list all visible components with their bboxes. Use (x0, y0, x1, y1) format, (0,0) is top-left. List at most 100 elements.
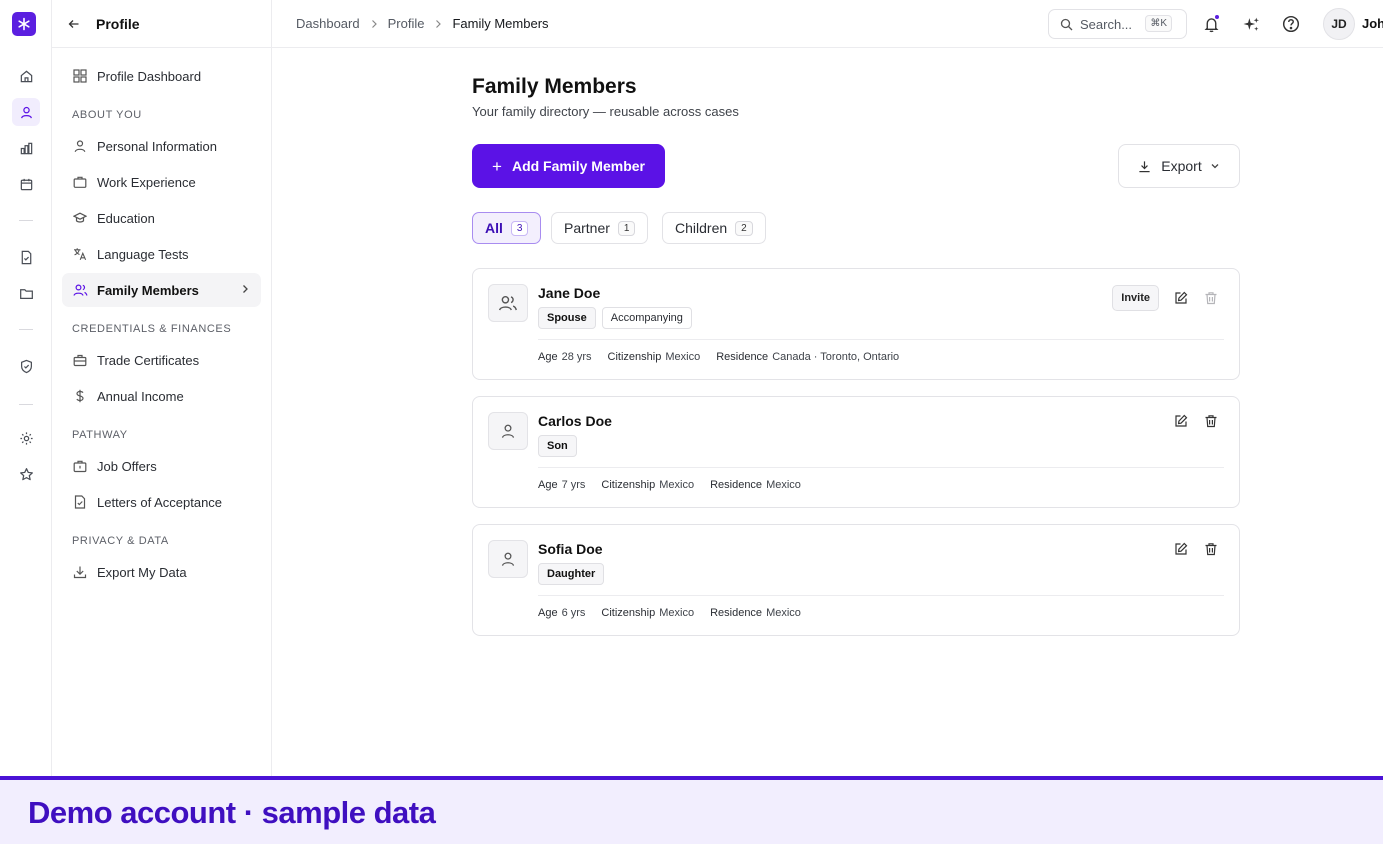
shield-check-icon[interactable] (12, 352, 40, 380)
sidebar-item-job-offers[interactable]: Job Offers (62, 449, 261, 483)
tab-label: Children (675, 220, 728, 236)
demo-banner-text: Demo account · sample data (28, 795, 436, 830)
page-subtitle: Your family directory — reusable across … (472, 104, 739, 119)
sidebar-item-letters-of-acceptance[interactable]: Letters of Acceptance (62, 485, 261, 519)
sidebar-item-label: Export My Data (97, 564, 187, 580)
relation-badge: Spouse (538, 307, 596, 329)
chevron-right-icon (433, 19, 443, 29)
notification-dot (1214, 14, 1220, 20)
logo-icon[interactable] (12, 12, 36, 36)
sidebar-section-pathway: PATHWAY (72, 429, 128, 441)
profile-sidebar: Profile Profile Dashboard ABOUT YOU Pers… (52, 0, 272, 776)
search-input[interactable]: Search... ⌘K (1048, 9, 1187, 39)
search-shortcut: ⌘K (1145, 15, 1172, 32)
folder-icon[interactable] (12, 279, 40, 307)
translate-icon (72, 246, 88, 262)
sidebar-item-education[interactable]: Education (62, 201, 261, 235)
avatar[interactable]: JD (1323, 8, 1355, 40)
sidebar-item-personal-information[interactable]: Personal Information (62, 129, 261, 163)
member-name: Carlos Doe (538, 413, 612, 429)
sidebar-header: Profile (52, 0, 271, 48)
member-name: Jane Doe (538, 285, 601, 301)
member-details: Age 28 yrs Citizenship Mexico Residence Can… (538, 351, 899, 363)
card-divider (538, 595, 1224, 596)
tab-label: All (485, 220, 503, 236)
sidebar-item-annual-income[interactable]: Annual Income (62, 379, 261, 413)
trash-icon[interactable] (1203, 290, 1219, 306)
sidebar-section-credentials: CREDENTIALS & FINANCES (72, 323, 232, 335)
user-icon[interactable] (12, 98, 40, 126)
chart-icon[interactable] (12, 134, 40, 162)
chevron-down-icon (1210, 161, 1220, 171)
breadcrumb: Dashboard Profile Family Members (296, 16, 549, 31)
breadcrumb-dashboard[interactable]: Dashboard (296, 16, 360, 31)
edit-icon[interactable] (1173, 290, 1189, 306)
relation-badge: Son (538, 435, 577, 457)
document-check-icon[interactable] (12, 243, 40, 271)
sparkles-icon[interactable] (1241, 14, 1261, 34)
sidebar-item-label: Language Tests (97, 246, 189, 262)
user-icon (488, 412, 528, 450)
sidebar-item-trade-certificates[interactable]: Trade Certificates (62, 343, 261, 377)
bell-icon[interactable] (1201, 14, 1221, 34)
rail-divider (19, 404, 33, 405)
sidebar-item-label: Annual Income (97, 388, 184, 404)
edit-icon[interactable] (1173, 541, 1189, 557)
sidebar-title: Profile (96, 15, 140, 32)
export-button[interactable]: Export (1118, 144, 1240, 188)
dollar-icon (72, 388, 88, 404)
member-tags: Spouse Accompanying (538, 307, 692, 329)
toolbox-icon (72, 352, 88, 368)
sidebar-item-label: Education (97, 210, 155, 226)
sidebar-item-label: Job Offers (97, 458, 157, 474)
users-icon (72, 282, 88, 298)
age-field: Age 6 yrs (538, 607, 586, 619)
export-button-label: Export (1161, 158, 1202, 174)
trash-icon[interactable] (1203, 541, 1219, 557)
sidebar-item-work-experience[interactable]: Work Experience (62, 165, 261, 199)
graduation-cap-icon (72, 210, 88, 226)
card-divider (538, 467, 1224, 468)
star-icon[interactable] (12, 460, 40, 488)
sidebar-item-label: Work Experience (97, 174, 196, 190)
relation-badge: Daughter (538, 563, 605, 585)
gear-icon[interactable] (12, 424, 40, 452)
demo-banner: Demo account · sample data (0, 776, 1383, 844)
sidebar-item-label: Profile Dashboard (97, 68, 202, 84)
rail-divider (19, 329, 33, 330)
add-family-member-button[interactable]: + Add Family Member (472, 144, 665, 188)
user-icon (488, 540, 528, 578)
user-icon (72, 138, 88, 154)
residence-field: Residence Canada · Toronto, Ontario (716, 351, 900, 363)
sidebar-item-export-my-data[interactable]: Export My Data (62, 555, 261, 589)
sidebar-item-family-members[interactable]: Family Members (62, 273, 261, 307)
family-member-card[interactable]: Sofia Doe Daughter Age 6 yrs Citizenship M… (472, 524, 1240, 636)
edit-icon[interactable] (1173, 413, 1189, 429)
family-member-card[interactable]: Jane Doe Spouse Accompanying Invite Age 2… (472, 268, 1240, 380)
sidebar-section-about: ABOUT YOU (72, 109, 142, 121)
member-details: Age 7 yrs Citizenship Mexico Residence Mexi… (538, 479, 801, 491)
trash-icon[interactable] (1203, 413, 1219, 429)
sidebar-item-language-tests[interactable]: Language Tests (62, 237, 261, 271)
tab-partner[interactable]: Partner 1 (551, 212, 649, 244)
sidebar-item-profile-dashboard[interactable]: Profile Dashboard (62, 59, 261, 93)
arrow-left-icon[interactable] (68, 16, 84, 32)
breadcrumb-profile[interactable]: Profile (388, 16, 425, 31)
card-actions (1173, 413, 1219, 429)
sidebar-item-label: Personal Information (97, 138, 217, 154)
icon-rail (0, 0, 52, 776)
help-icon[interactable] (1281, 14, 1301, 34)
users-icon (488, 284, 528, 322)
tab-label: Partner (564, 220, 610, 236)
home-icon[interactable] (12, 62, 40, 90)
user-name[interactable]: John (1362, 16, 1383, 31)
search-placeholder: Search... (1080, 16, 1133, 32)
tab-children[interactable]: Children 2 (662, 212, 766, 244)
invite-button[interactable]: Invite (1112, 285, 1159, 311)
family-member-card[interactable]: Carlos Doe Son Age 7 yrs Citizenship Mexic… (472, 396, 1240, 508)
chevron-right-icon (239, 283, 251, 298)
chevron-right-icon (369, 19, 379, 29)
tab-all[interactable]: All 3 (472, 212, 542, 244)
calendar-icon[interactable] (12, 170, 40, 198)
citizenship-field: Citizenship Mexico (607, 351, 701, 363)
